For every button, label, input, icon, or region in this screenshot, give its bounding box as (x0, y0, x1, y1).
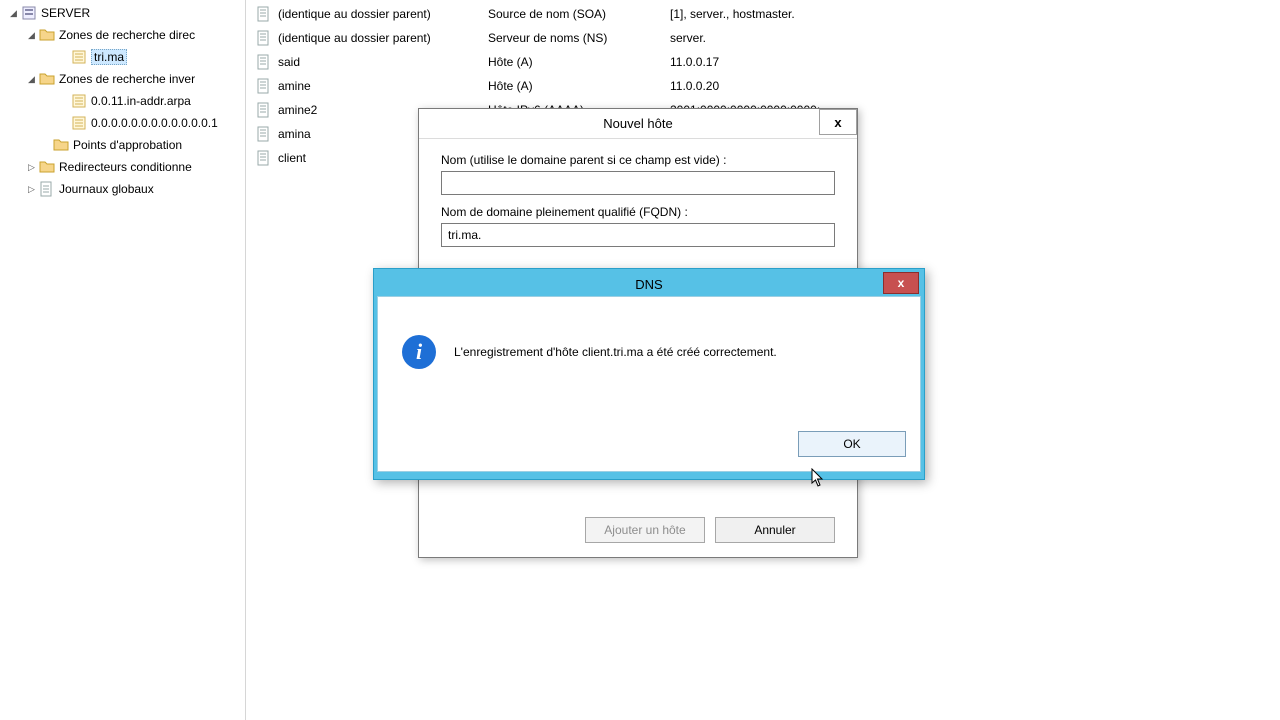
dialog-title: DNS (635, 277, 662, 292)
server-icon (21, 5, 37, 21)
tree-label-trust-points: Points d'approbation (73, 138, 182, 152)
close-icon: x (898, 276, 905, 290)
record-icon (256, 102, 272, 118)
expander-icon[interactable]: ▷ (26, 184, 37, 195)
record-icon (256, 54, 272, 70)
close-button[interactable]: x (883, 272, 919, 294)
dialog-body: i L'enregistrement d'hôte client.tri.ma … (377, 296, 921, 472)
info-message: L'enregistrement d'hôte client.tri.ma a … (454, 345, 777, 359)
record-type: Hôte (A) (488, 79, 670, 93)
tree-node-zone-tri-ma[interactable]: ▸ tri.ma (0, 46, 245, 68)
folder-icon (53, 137, 69, 153)
tree-node-trust-points[interactable]: ▸ Points d'approbation (0, 134, 245, 156)
tree-label-zone-tri-ma: tri.ma (91, 49, 127, 65)
folder-icon (39, 159, 55, 175)
fqdn-label: Nom de domaine pleinement qualifié (FQDN… (441, 205, 835, 219)
expander-icon[interactable]: ◢ (8, 8, 19, 19)
tree-node-global-logs[interactable]: ▷ Journaux globaux (0, 178, 245, 200)
zone-icon (71, 49, 87, 65)
record-row[interactable]: (identique au dossier parent) Source de … (246, 2, 1280, 26)
tree-label-forward-zones: Zones de recherche direc (59, 28, 195, 42)
name-input[interactable] (441, 171, 835, 195)
record-data: server. (670, 31, 1280, 45)
tree-label-server: SERVER (41, 6, 90, 20)
record-row[interactable]: (identique au dossier parent) Serveur de… (246, 26, 1280, 50)
dns-info-dialog: DNS x i L'enregistrement d'hôte client.t… (373, 268, 925, 480)
tree-node-rev-zone-2[interactable]: ▸ 0.0.0.0.0.0.0.0.0.0.0.0.1 (0, 112, 245, 134)
dialog-titlebar[interactable]: DNS x (377, 272, 921, 296)
tree-node-cond-fwd[interactable]: ▷ Redirecteurs conditionne (0, 156, 245, 178)
fqdn-input[interactable] (441, 223, 835, 247)
record-name: amine (278, 79, 488, 93)
zone-icon (71, 115, 87, 131)
dialog-title: Nouvel hôte (603, 116, 672, 131)
record-name: said (278, 55, 488, 69)
expander-icon[interactable]: ◢ (26, 30, 37, 41)
dialog-titlebar[interactable]: Nouvel hôte x (419, 109, 857, 139)
record-name: (identique au dossier parent) (278, 7, 488, 21)
record-icon (256, 6, 272, 22)
record-icon (256, 30, 272, 46)
info-row: i L'enregistrement d'hôte client.tri.ma … (378, 297, 920, 369)
record-row[interactable]: amine Hôte (A) 11.0.0.20 (246, 74, 1280, 98)
tree-panel: ◢ SERVER ◢ Zones de recherche direc ▸ tr… (0, 0, 246, 720)
record-data: 11.0.0.17 (670, 55, 1280, 69)
cancel-button[interactable]: Annuler (715, 517, 835, 543)
tree-node-forward-zones[interactable]: ◢ Zones de recherche direc (0, 24, 245, 46)
record-data: [1], server., hostmaster. (670, 7, 1280, 21)
record-name: (identique au dossier parent) (278, 31, 488, 45)
tree-label-rev-zone-1: 0.0.11.in-addr.arpa (91, 94, 191, 108)
folder-icon (39, 71, 55, 87)
tree-label-global-logs: Journaux globaux (59, 182, 154, 196)
tree-label-reverse-zones: Zones de recherche inver (59, 72, 195, 86)
dialog-body: Nom (utilise le domaine parent si ce cha… (419, 139, 857, 261)
record-type: Source de nom (SOA) (488, 7, 670, 21)
tree-label-rev-zone-2: 0.0.0.0.0.0.0.0.0.0.0.0.1 (91, 116, 218, 130)
add-host-button[interactable]: Ajouter un hôte (585, 517, 705, 543)
tree-node-rev-zone-1[interactable]: ▸ 0.0.11.in-addr.arpa (0, 90, 245, 112)
record-type: Hôte (A) (488, 55, 670, 69)
log-icon (39, 181, 55, 197)
dialog-footer: Ajouter un hôte Annuler (585, 517, 835, 543)
record-row[interactable]: said Hôte (A) 11.0.0.17 (246, 50, 1280, 74)
close-button[interactable]: x (819, 109, 857, 135)
info-icon: i (402, 335, 436, 369)
record-icon (256, 150, 272, 166)
tree-node-server[interactable]: ◢ SERVER (0, 2, 245, 24)
tree-node-reverse-zones[interactable]: ◢ Zones de recherche inver (0, 68, 245, 90)
folder-icon (39, 27, 55, 43)
ok-button[interactable]: OK (798, 431, 906, 457)
record-data: 11.0.0.20 (670, 79, 1280, 93)
name-label: Nom (utilise le domaine parent si ce cha… (441, 153, 835, 167)
tree-label-cond-fwd: Redirecteurs conditionne (59, 160, 192, 174)
record-icon (256, 78, 272, 94)
record-type: Serveur de noms (NS) (488, 31, 670, 45)
close-icon: x (834, 115, 841, 130)
expander-icon[interactable]: ◢ (26, 74, 37, 85)
record-icon (256, 126, 272, 142)
zone-icon (71, 93, 87, 109)
expander-icon[interactable]: ▷ (26, 162, 37, 173)
